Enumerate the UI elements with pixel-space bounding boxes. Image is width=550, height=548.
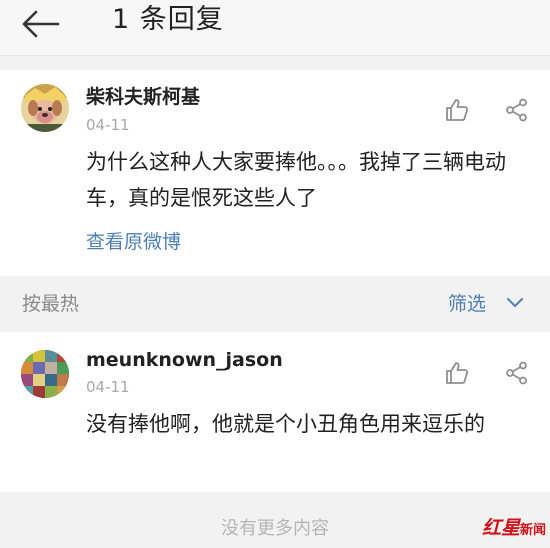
filter-label: 筛选	[448, 293, 487, 315]
comment-date: 04-11	[86, 378, 130, 396]
comment-text: 没有捧他啊，他就是个小丑角色用来逗乐的	[86, 412, 485, 436]
username[interactable]: 柴科夫斯柯基	[86, 85, 200, 109]
share-button[interactable]	[504, 360, 530, 386]
reply-comment: meunknown_jason 04-11 没有捧他啊，他就是个小丑角色用来逗乐…	[0, 332, 550, 492]
back-button[interactable]	[18, 6, 62, 42]
page-title: 1 条回复	[112, 4, 224, 35]
thumbs-up-icon	[446, 99, 469, 121]
comment-text: 为什么这种人大家要捧他。。。我掉了三辆电动车，真的是恨死这些人了	[86, 150, 506, 210]
share-icon	[506, 361, 527, 385]
chevron-down-icon	[507, 298, 523, 307]
avatar[interactable]	[21, 84, 69, 132]
no-more-content-label: 没有更多内容	[221, 518, 329, 539]
like-button[interactable]	[444, 360, 470, 386]
dog-avatar-image	[21, 84, 69, 132]
share-button[interactable]	[504, 97, 530, 123]
reply-page: 1 条回复 柴科夫斯柯基 04-11 为什么这种人大家要捧他。。。我掉了三辆电动…	[0, 0, 550, 548]
svg-text:新闻: 新闻	[520, 522, 546, 538]
sort-bar: 按最热 筛选	[0, 276, 550, 332]
avatar[interactable]	[21, 350, 69, 398]
comment-date: 04-11	[86, 116, 130, 134]
top-bar: 1 条回复	[0, 0, 550, 56]
main-comment: 柴科夫斯柯基 04-11 为什么这种人大家要捧他。。。我掉了三辆电动车，真的是恨…	[0, 70, 550, 276]
svg-text:红星: 红星	[482, 517, 522, 539]
arrow-left-icon	[22, 10, 60, 38]
red-star-news-logo: 红星 新闻	[482, 517, 546, 539]
like-button[interactable]	[444, 97, 470, 123]
username[interactable]: meunknown_jason	[86, 348, 283, 372]
share-icon	[506, 98, 527, 122]
grid-avatar-image	[21, 350, 69, 398]
sort-by-hot-button[interactable]: 按最热	[22, 292, 79, 316]
thumbs-up-icon	[446, 362, 469, 384]
view-original-weibo-link[interactable]: 查看原微博	[86, 229, 181, 255]
